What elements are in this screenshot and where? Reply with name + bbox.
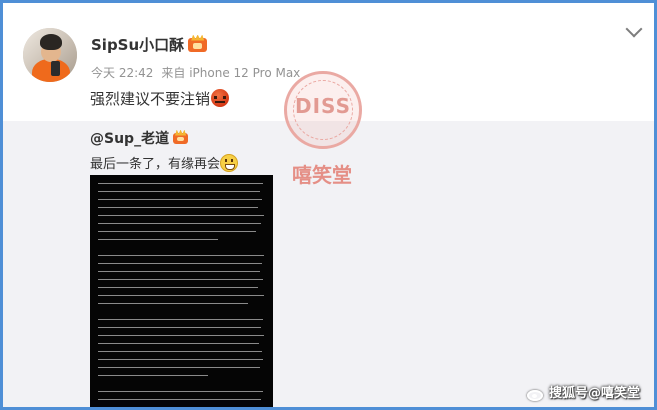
avatar[interactable] <box>23 28 77 82</box>
post-text: 强烈建议不要注销 <box>90 88 230 109</box>
grin-face-icon <box>220 153 239 172</box>
corner-watermark: 搜狐号@嘻笑堂 <box>525 382 640 401</box>
post-meta: 今天 22:42 来自 iPhone 12 Pro Max <box>91 64 300 81</box>
repost-author-name[interactable]: @Sup_老道 <box>90 131 169 147</box>
post-time: 今天 22:42 <box>91 66 154 80</box>
post-author[interactable]: SipSu小口酥 <box>91 34 208 55</box>
weibo-logo-icon <box>525 387 545 401</box>
angry-face-icon <box>211 88 230 107</box>
repost-author[interactable]: @Sup_老道 <box>90 128 189 148</box>
post-card: SipSu小口酥 今天 22:42 来自 iPhone 12 Pro Max 强烈… <box>0 0 657 410</box>
post-source: 来自 iPhone 12 Pro Max <box>161 66 301 80</box>
repost-text-content: 最后一条了，有缘再会 <box>90 157 221 172</box>
repost-image[interactable] <box>90 175 273 407</box>
repost-block: @Sup_老道 最后一条了，有缘再会 搜狐号@嘻笑堂 <box>3 121 654 407</box>
post-header: SipSu小口酥 今天 22:42 来自 iPhone 12 Pro Max 强烈… <box>3 3 654 121</box>
chevron-down-icon[interactable] <box>625 20 643 38</box>
post-text-content: 强烈建议不要注销 <box>90 90 211 108</box>
vip-badge-icon <box>173 132 189 144</box>
vip-badge-icon <box>188 37 208 52</box>
corner-watermark-text: 搜狐号@嘻笑堂 <box>548 386 640 401</box>
repost-text: 最后一条了，有缘再会 <box>90 153 239 174</box>
post-author-name[interactable]: SipSu小口酥 <box>91 36 184 54</box>
